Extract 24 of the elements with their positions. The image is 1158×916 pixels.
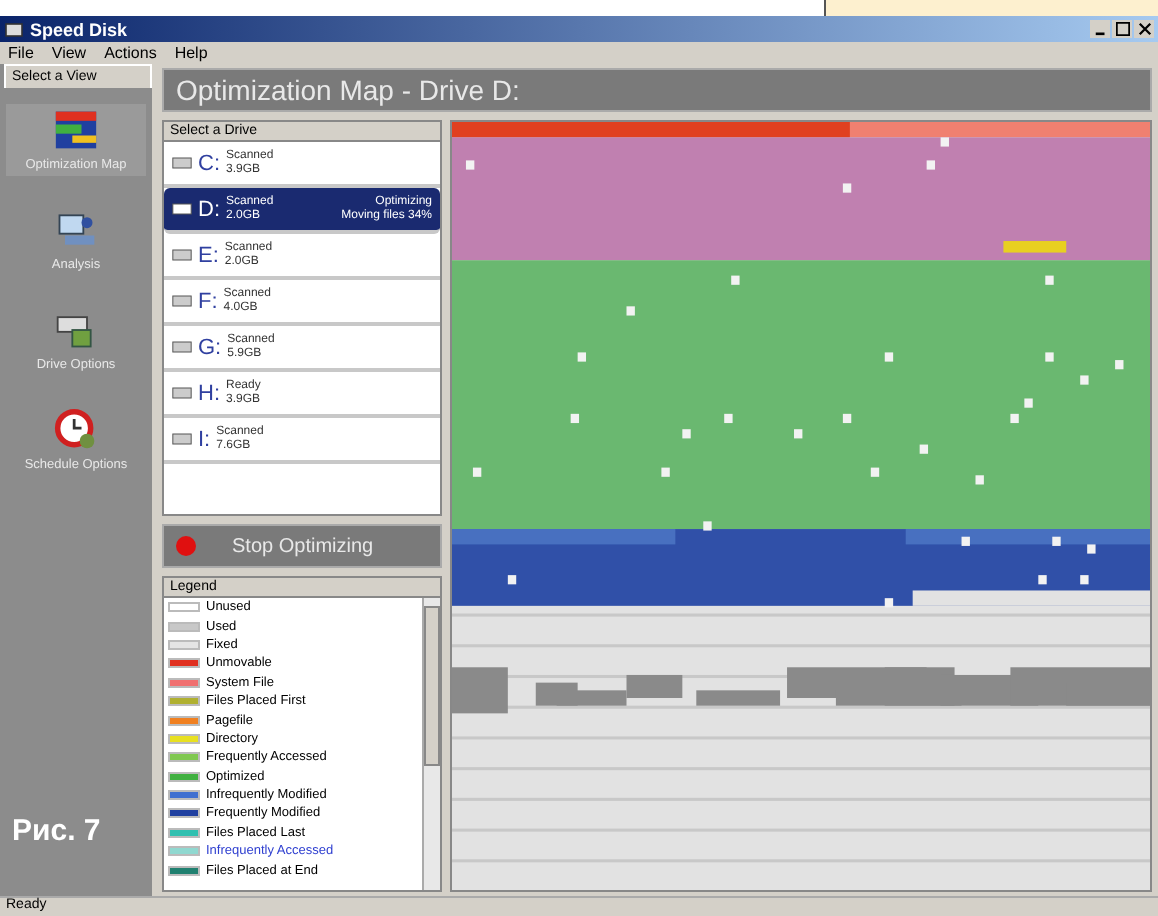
drive-icon	[172, 386, 192, 400]
drive-icon	[172, 340, 192, 354]
window-title: Speed Disk	[30, 19, 128, 39]
drive-icon	[172, 432, 192, 446]
menu-item[interactable]: View	[51, 44, 87, 62]
record-icon	[176, 536, 196, 556]
maximize-button[interactable]	[1112, 20, 1132, 38]
menu-item[interactable]: File	[8, 44, 34, 62]
menu-item[interactable]: Actions	[104, 44, 157, 62]
close-icon	[1137, 22, 1151, 36]
menu-item[interactable]: Help	[174, 44, 208, 62]
stop-optimizing-button[interactable]: Stop Optimizing	[162, 524, 442, 568]
drive-icon	[172, 248, 192, 262]
map-icon	[54, 108, 98, 152]
close-button[interactable]	[1134, 20, 1154, 38]
figure-caption: Рис. 7	[12, 814, 101, 848]
scrollbar[interactable]	[422, 598, 440, 890]
maximize-icon	[1115, 22, 1129, 36]
panel-title: Optimization Map - Drive D:	[162, 68, 1152, 112]
clock-icon	[54, 408, 98, 452]
minimize-button[interactable]	[1090, 20, 1110, 38]
drive-icon	[172, 202, 192, 216]
drive-icon	[172, 156, 192, 170]
drive-icon	[172, 294, 192, 308]
